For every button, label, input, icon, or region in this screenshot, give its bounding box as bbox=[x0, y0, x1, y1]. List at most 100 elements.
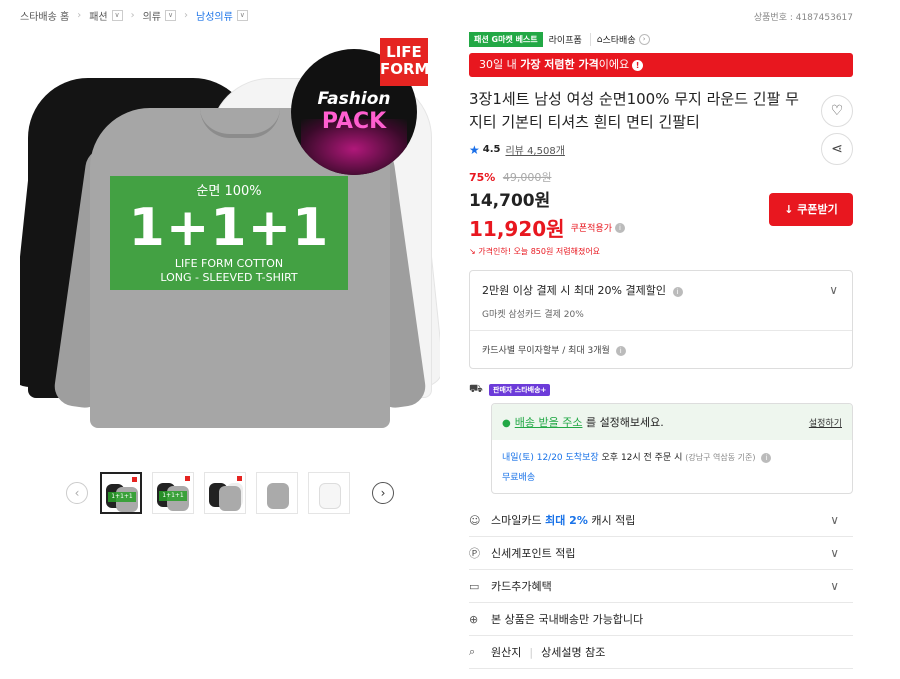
breadcrumb-mens-clothing[interactable]: 남성의류 ∨ bbox=[196, 8, 248, 23]
store-label: 스타배송 bbox=[602, 36, 636, 46]
breadcrumb-fashion[interactable]: 패션 ∨ bbox=[89, 8, 123, 23]
info-icon[interactable]: i bbox=[614, 222, 625, 233]
banner-suffix: 이에요 bbox=[598, 58, 630, 71]
arrival-row: 내일(토) 12/20 도착보장 오후 12시 전 주문 시 (강남구 역삼동 … bbox=[502, 450, 842, 463]
thumb-badge bbox=[237, 476, 242, 481]
card-discount-title-text: 2만원 이상 결제 시 최대 20% 결제할인 bbox=[482, 284, 666, 297]
card-icon: ▭ bbox=[469, 579, 480, 593]
breadcrumb-separator: › bbox=[77, 10, 82, 21]
info-icon[interactable]: ! bbox=[632, 60, 644, 71]
benefit-prefix: 스마일카드 bbox=[491, 514, 546, 527]
chevron-down-icon[interactable]: ∨ bbox=[165, 10, 176, 21]
info-icon[interactable]: i bbox=[761, 453, 772, 463]
lowest-price-banner: 30일 내 가장 저렴한 가격이에요! bbox=[469, 53, 853, 77]
breadcrumb-clothing[interactable]: 의류 ∨ bbox=[143, 8, 176, 23]
brand-link[interactable]: 라이프폼 bbox=[549, 33, 591, 46]
thumb-shirt-grey bbox=[267, 483, 289, 509]
installment-info: 카드사별 무이자할부 / 최대 3개월 i bbox=[470, 331, 852, 368]
bundle-promo-box: 순면 100% 1+1+1 LIFE FORM COTTON LONG - SL… bbox=[110, 176, 348, 290]
benefit-text: 본 상품은 국내배송만 가능합니다 bbox=[491, 613, 644, 626]
product-main-image[interactable]: 순면 100% 1+1+1 LIFE FORM COTTON LONG - SL… bbox=[20, 38, 440, 458]
thumbnail-carousel: ‹ 1+1+1 1+1+1 › bbox=[66, 472, 394, 514]
thumbnail-5[interactable] bbox=[308, 472, 350, 514]
origin-row: ⌕ 원산지 | 상세설명 참조 bbox=[469, 636, 853, 669]
benefit-card-extra[interactable]: ▭ 카드추가혜택 ∨ bbox=[469, 570, 853, 603]
arrival-location: (강남구 역삼동 기준) bbox=[685, 453, 756, 462]
tag-row: 패션 G마켓 베스트 라이프폼 ⌂ 스타배송 › bbox=[469, 32, 853, 47]
chevron-down-icon[interactable]: ∨ bbox=[830, 579, 839, 593]
bundle-label: 1+1+1 bbox=[128, 198, 330, 258]
star-delivery-badge: 판매자 스타배송+ bbox=[489, 383, 551, 396]
benefit-text: 신세계포인트 적립 bbox=[491, 547, 576, 560]
price-drop-icon: ↘ bbox=[469, 247, 479, 256]
banner-prefix: 30일 내 bbox=[479, 58, 521, 71]
breadcrumb-home[interactable]: 스타배송 홈 bbox=[20, 8, 69, 23]
breadcrumb-separator: › bbox=[184, 10, 188, 21]
thumb-shirt-white bbox=[319, 483, 341, 509]
info-icon[interactable]: i bbox=[615, 346, 626, 356]
product-title: 3장1세트 남성 여성 순면100% 무지 라운드 긴팔 무지티 기본티 티셔츠… bbox=[469, 90, 799, 131]
arrival-condition: 오후 12시 전 주문 시 bbox=[598, 453, 683, 463]
share-button[interactable]: ⋖ bbox=[821, 133, 853, 165]
address-suffix: 를 설정해보세요. bbox=[582, 416, 664, 429]
share-icon: ⋖ bbox=[831, 141, 843, 157]
best-badge[interactable]: 패션 G마켓 베스트 bbox=[469, 32, 543, 47]
thumbnail-3[interactable] bbox=[204, 472, 246, 514]
benefit-smile-card[interactable]: ☺ 스마일카드 최대 2% 캐시 적립 ∨ bbox=[469, 504, 853, 537]
promo-line-1: LIFE FORM COTTON bbox=[174, 257, 284, 270]
store-link[interactable]: ⌂ 스타배송 › bbox=[597, 33, 650, 46]
benefit-text: 카드추가혜택 bbox=[491, 580, 552, 593]
card-discount-header[interactable]: 2만원 이상 결제 시 최대 20% 결제할인 i G마켓 삼성카드 결제 20… bbox=[470, 271, 852, 331]
thumb-badge bbox=[185, 476, 190, 481]
chevron-down-icon[interactable]: ∨ bbox=[830, 513, 839, 527]
chevron-right-icon: › bbox=[638, 34, 650, 45]
free-shipping: 무료배송 bbox=[502, 473, 536, 483]
origin-label: 원산지 bbox=[491, 646, 522, 659]
thumb-bundle-label: 1+1+1 bbox=[159, 491, 187, 501]
product-number: 상품번호 : 4187453617 bbox=[753, 13, 853, 23]
chevron-down-icon[interactable]: ∨ bbox=[830, 546, 839, 560]
coupon-price: 11,920원 bbox=[469, 217, 565, 241]
price-block: 75% 49,000원 14,700원 11,920원 쿠폰적용가 i ↘ 가격… bbox=[469, 169, 853, 257]
address-link[interactable]: 배송 받을 주소 bbox=[515, 416, 583, 429]
promo-line-2: LONG - SLEEVED T-SHIRT bbox=[160, 271, 298, 284]
chevron-down-icon[interactable]: ∨ bbox=[829, 283, 838, 297]
discount-percent: 75% bbox=[469, 171, 496, 184]
thumbnail-1[interactable]: 1+1+1 bbox=[100, 472, 142, 514]
rating-row: ★ 4.5 리뷰 4,508개 bbox=[469, 142, 853, 158]
chevron-down-icon[interactable]: ∨ bbox=[111, 10, 123, 21]
thumb-shirt-grey bbox=[219, 486, 241, 511]
thumbnail-2[interactable]: 1+1+1 bbox=[152, 472, 194, 514]
thumbnail-prev-button[interactable]: ‹ bbox=[66, 482, 88, 504]
cotton-label: 순면 100% bbox=[196, 184, 262, 199]
info-icon[interactable]: i bbox=[672, 287, 683, 297]
wishlist-button[interactable]: ♡ bbox=[821, 95, 853, 127]
card-discount-title: 2만원 이상 결제 시 최대 20% 결제할인 i bbox=[482, 282, 840, 298]
set-address-button[interactable]: 설정하기 bbox=[809, 416, 842, 429]
life-form-logo: LIFE FORM bbox=[380, 38, 429, 86]
review-count-link[interactable]: 리뷰 4,508개 bbox=[505, 142, 564, 157]
benefit-shinsegae-point[interactable]: Ⓟ 신세계포인트 적립 ∨ bbox=[469, 537, 853, 570]
address-prompt: ● 배송 받을 주소 를 설정해보세요. 설정하기 bbox=[492, 404, 852, 440]
heart-icon: ♡ bbox=[830, 103, 844, 119]
shipping-box: ● 배송 받을 주소 를 설정해보세요. 설정하기 내일(토) 12/20 도착보… bbox=[491, 403, 853, 494]
price-drop-notice: ↘ 가격인하! 오늘 850원 저렴해졌어요 bbox=[469, 246, 853, 257]
divider: | bbox=[529, 645, 534, 659]
benefit-text: 스마일카드 최대 2% 캐시 적립 bbox=[491, 512, 635, 528]
search-icon: ⌕ bbox=[469, 645, 476, 658]
installment-text: 카드사별 무이자할부 / 최대 3개월 bbox=[482, 346, 610, 356]
price-drop-text: 가격인하! 오늘 850원 저렴해졌어요 bbox=[478, 247, 601, 256]
rating-score: 4.5 bbox=[482, 144, 501, 155]
chevron-down-icon[interactable]: ∨ bbox=[236, 10, 248, 21]
get-coupon-button[interactable]: ↓ 쿠폰받기 bbox=[769, 193, 853, 226]
card-discount-box: 2만원 이상 결제 시 최대 20% 결제할인 i G마켓 삼성카드 결제 20… bbox=[469, 270, 853, 369]
benefit-highlight: 최대 2% bbox=[545, 514, 588, 527]
point-icon: Ⓟ bbox=[469, 547, 480, 560]
thumbnail-4[interactable] bbox=[256, 472, 298, 514]
globe-icon: ⊕ bbox=[469, 612, 479, 626]
thumbnail-next-button[interactable]: › bbox=[372, 482, 394, 504]
thumb-bundle-label: 1+1+1 bbox=[108, 492, 136, 502]
delivery-estimate: 내일(토) 12/20 도착보장 오후 12시 전 주문 시 (강남구 역삼동 … bbox=[492, 440, 852, 493]
coupon-price-label: 쿠폰적용가 bbox=[570, 224, 612, 234]
card-discount-subtitle: G마켓 삼성카드 결제 20% bbox=[482, 310, 584, 320]
